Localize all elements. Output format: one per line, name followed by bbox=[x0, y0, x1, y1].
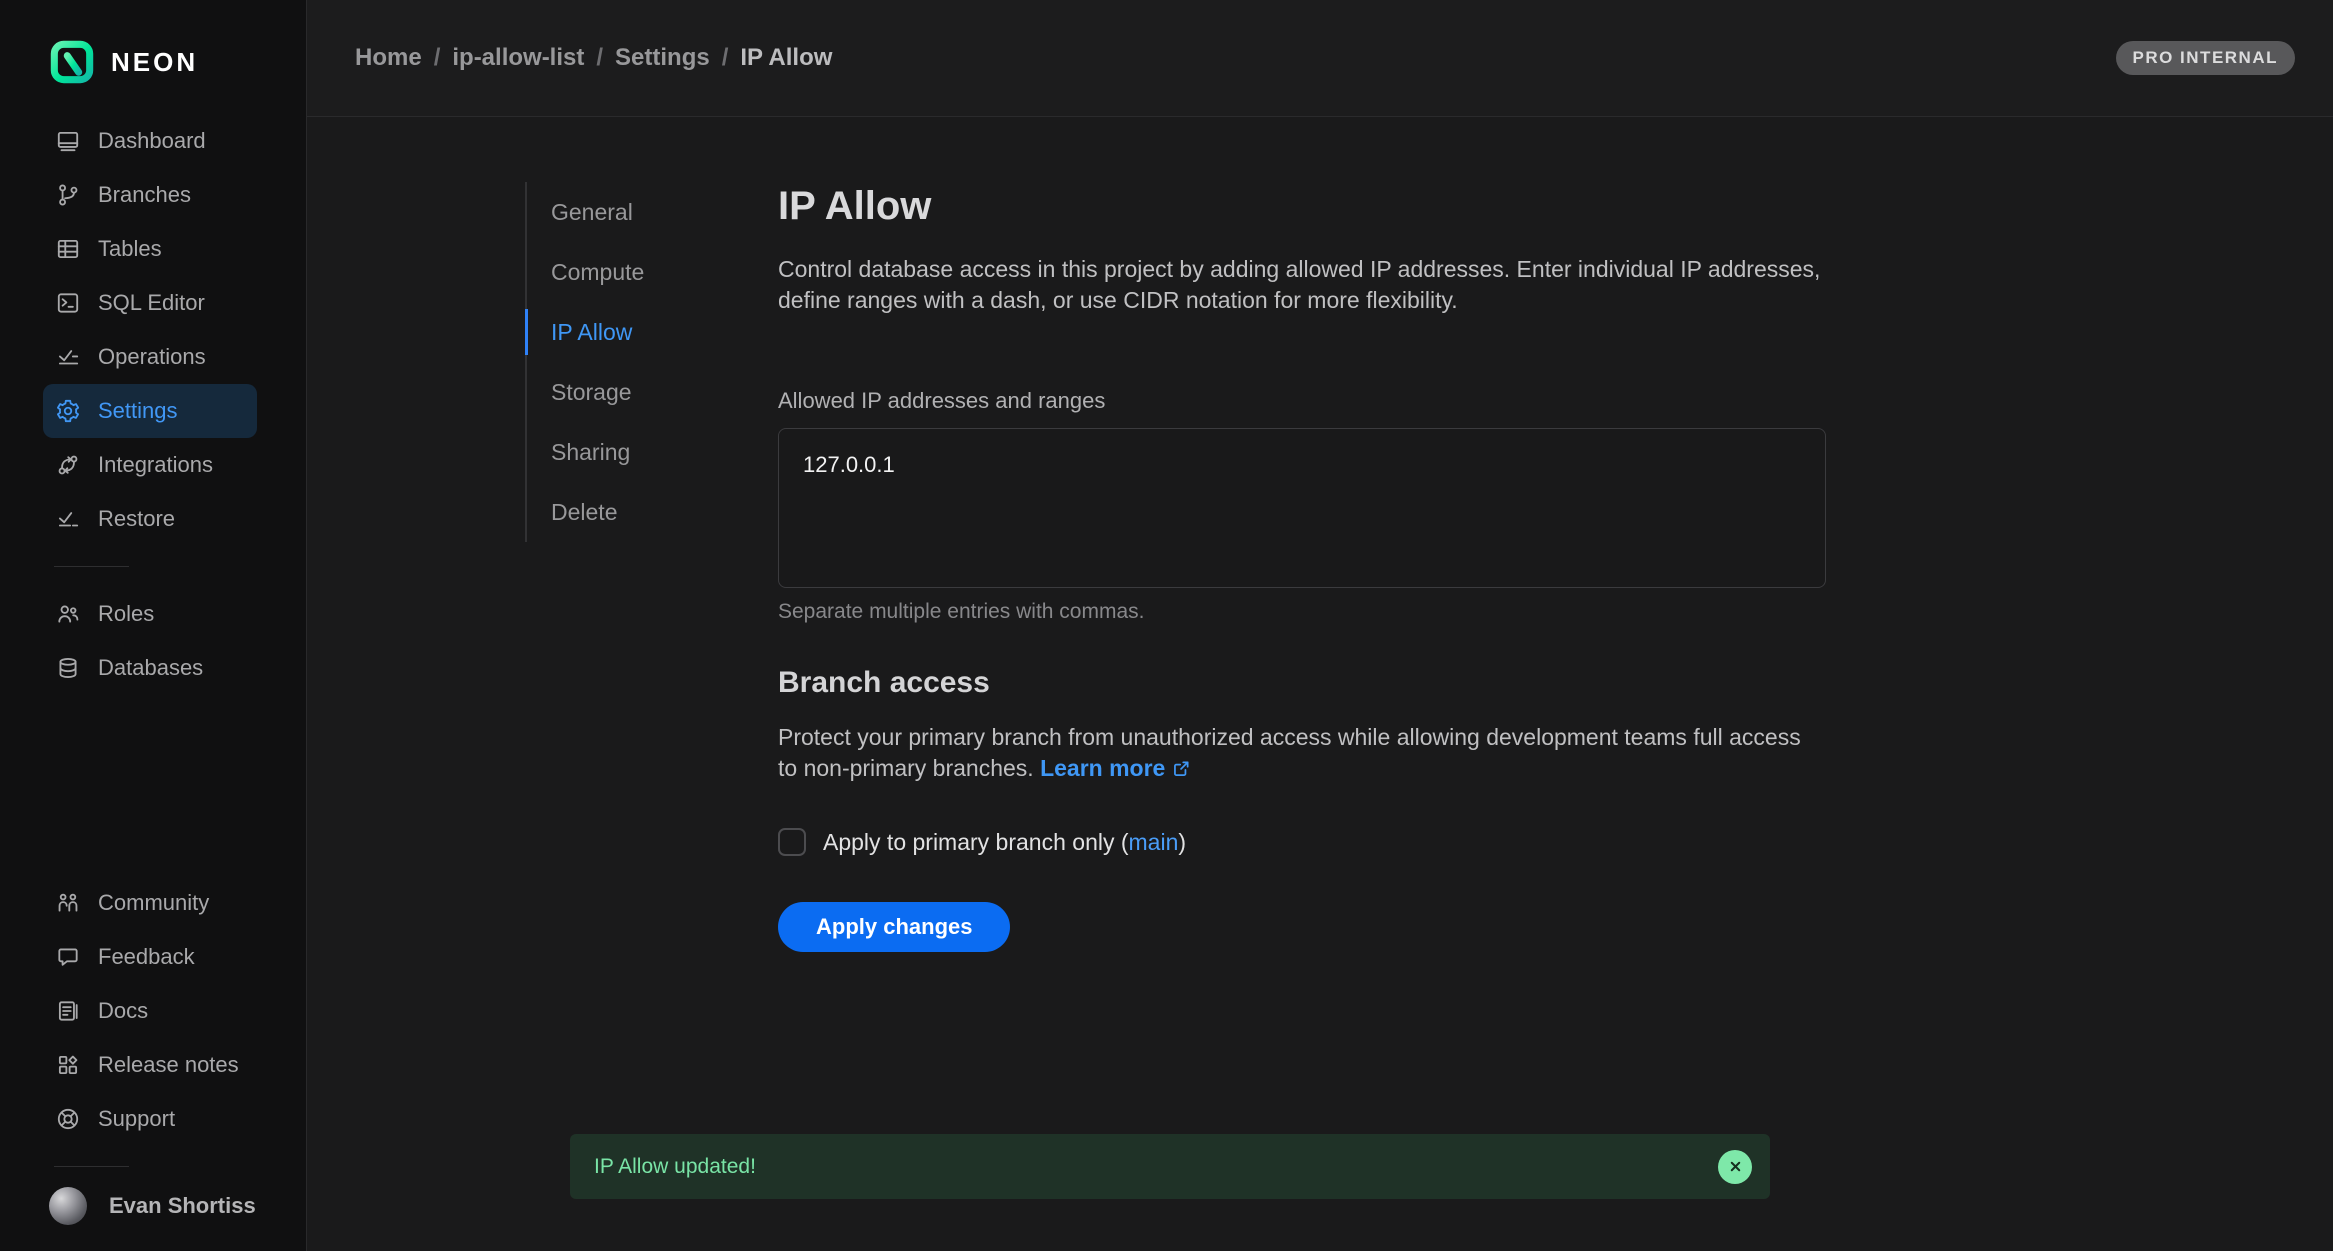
learn-more-link[interactable]: Learn more bbox=[1040, 755, 1192, 781]
sidebar-item-support[interactable]: Support bbox=[43, 1092, 257, 1146]
sidebar-item-roles[interactable]: Roles bbox=[43, 587, 257, 641]
primary-nav: Dashboard Branches Tables SQL Editor Ope… bbox=[43, 114, 257, 546]
sidebar-item-docs[interactable]: Docs bbox=[43, 984, 257, 1038]
toast-message: IP Allow updated! bbox=[594, 1155, 756, 1179]
toast-close-button[interactable] bbox=[1718, 1150, 1752, 1184]
user-menu[interactable]: Evan Shortiss bbox=[49, 1187, 263, 1225]
restore-icon bbox=[55, 506, 81, 532]
neon-logo-icon bbox=[50, 40, 94, 84]
breadcrumb: Home / ip-allow-list / Settings / IP All… bbox=[355, 44, 832, 72]
dashboard-icon bbox=[55, 128, 81, 154]
support-icon bbox=[55, 1106, 81, 1132]
sidebar-item-databases[interactable]: Databases bbox=[43, 641, 257, 695]
toast-notification: IP Allow updated! bbox=[570, 1134, 1770, 1199]
subnav-item-delete[interactable]: Delete bbox=[527, 482, 778, 542]
subnav-item-storage[interactable]: Storage bbox=[527, 362, 778, 422]
external-link-icon bbox=[1171, 758, 1192, 779]
secondary-nav: Roles Databases bbox=[43, 587, 257, 695]
breadcrumb-separator: / bbox=[434, 44, 441, 72]
user-avatar bbox=[49, 1187, 87, 1225]
subnav-item-sharing[interactable]: Sharing bbox=[527, 422, 778, 482]
breadcrumb-separator: / bbox=[596, 44, 603, 72]
app-window: NEON Dashboard Branches Tables SQL Edito… bbox=[0, 0, 2333, 1251]
breadcrumb-project[interactable]: ip-allow-list bbox=[452, 44, 584, 72]
sidebar-divider-bottom bbox=[54, 1166, 129, 1167]
sidebar-bottom: Community Feedback Docs Release notes Su… bbox=[0, 876, 306, 1225]
docs-icon bbox=[55, 998, 81, 1024]
primary-branch-label: Apply to primary branch only (main) bbox=[823, 829, 1186, 856]
sidebar-item-community[interactable]: Community bbox=[43, 876, 257, 930]
release-notes-icon bbox=[55, 1052, 81, 1078]
ip-field-label: Allowed IP addresses and ranges bbox=[778, 388, 1826, 414]
top-header: Home / ip-allow-list / Settings / IP All… bbox=[307, 0, 2333, 117]
main-area: Home / ip-allow-list / Settings / IP All… bbox=[307, 0, 2333, 1251]
subnav-item-general[interactable]: General bbox=[527, 182, 778, 242]
sidebar-item-tables[interactable]: Tables bbox=[43, 222, 257, 276]
feedback-icon bbox=[55, 944, 81, 970]
sidebar-item-restore[interactable]: Restore bbox=[43, 492, 257, 546]
page-description: Control database access in this project … bbox=[778, 254, 1826, 316]
settings-gear-icon bbox=[55, 398, 81, 424]
neon-wordmark: NEON bbox=[111, 47, 198, 78]
sidebar-item-feedback[interactable]: Feedback bbox=[43, 930, 257, 984]
branch-main-link[interactable]: main bbox=[1129, 829, 1179, 855]
subnav-item-compute[interactable]: Compute bbox=[527, 242, 778, 302]
sidebar-divider bbox=[54, 566, 129, 567]
user-name: Evan Shortiss bbox=[109, 1193, 256, 1219]
roles-icon bbox=[55, 601, 81, 627]
apply-changes-button[interactable]: Apply changes bbox=[778, 902, 1010, 952]
neon-logo[interactable]: NEON bbox=[50, 40, 306, 84]
sql-editor-icon bbox=[55, 290, 81, 316]
primary-branch-checkbox[interactable] bbox=[778, 828, 806, 856]
breadcrumb-home[interactable]: Home bbox=[355, 44, 422, 72]
community-icon bbox=[55, 890, 81, 916]
ip-addresses-textarea[interactable]: 127.0.0.1 bbox=[778, 428, 1826, 588]
footer-nav: Community Feedback Docs Release notes Su… bbox=[43, 876, 257, 1146]
settings-subnav: General Compute IP Allow Storage Sharing… bbox=[525, 182, 778, 542]
sidebar-item-settings[interactable]: Settings bbox=[43, 384, 257, 438]
breadcrumb-separator: / bbox=[722, 44, 729, 72]
sidebar-item-integrations[interactable]: Integrations bbox=[43, 438, 257, 492]
operations-icon bbox=[55, 344, 81, 370]
breadcrumb-settings[interactable]: Settings bbox=[615, 44, 710, 72]
ip-field-helper: Separate multiple entries with commas. bbox=[778, 600, 1826, 624]
sidebar-item-operations[interactable]: Operations bbox=[43, 330, 257, 384]
integrations-icon bbox=[55, 452, 81, 478]
branches-icon bbox=[55, 182, 81, 208]
ip-allow-panel: IP Allow Control database access in this… bbox=[778, 182, 1826, 952]
branch-access-description: Protect your primary branch from unautho… bbox=[778, 722, 1826, 784]
page-title: IP Allow bbox=[778, 182, 1826, 230]
sidebar-item-branches[interactable]: Branches bbox=[43, 168, 257, 222]
sidebar: NEON Dashboard Branches Tables SQL Edito… bbox=[0, 0, 307, 1251]
sidebar-item-release-notes[interactable]: Release notes bbox=[43, 1038, 257, 1092]
settings-content: General Compute IP Allow Storage Sharing… bbox=[307, 117, 2333, 952]
tables-icon bbox=[55, 236, 81, 262]
close-icon bbox=[1728, 1159, 1743, 1174]
sidebar-item-sql-editor[interactable]: SQL Editor bbox=[43, 276, 257, 330]
primary-branch-row: Apply to primary branch only (main) bbox=[778, 828, 1826, 856]
branch-access-heading: Branch access bbox=[778, 666, 1826, 700]
breadcrumb-current-page: IP Allow bbox=[740, 44, 832, 72]
databases-icon bbox=[55, 655, 81, 681]
sidebar-item-dashboard[interactable]: Dashboard bbox=[43, 114, 257, 168]
plan-badge: PRO INTERNAL bbox=[2116, 41, 2296, 75]
subnav-item-ip-allow[interactable]: IP Allow bbox=[527, 302, 778, 362]
